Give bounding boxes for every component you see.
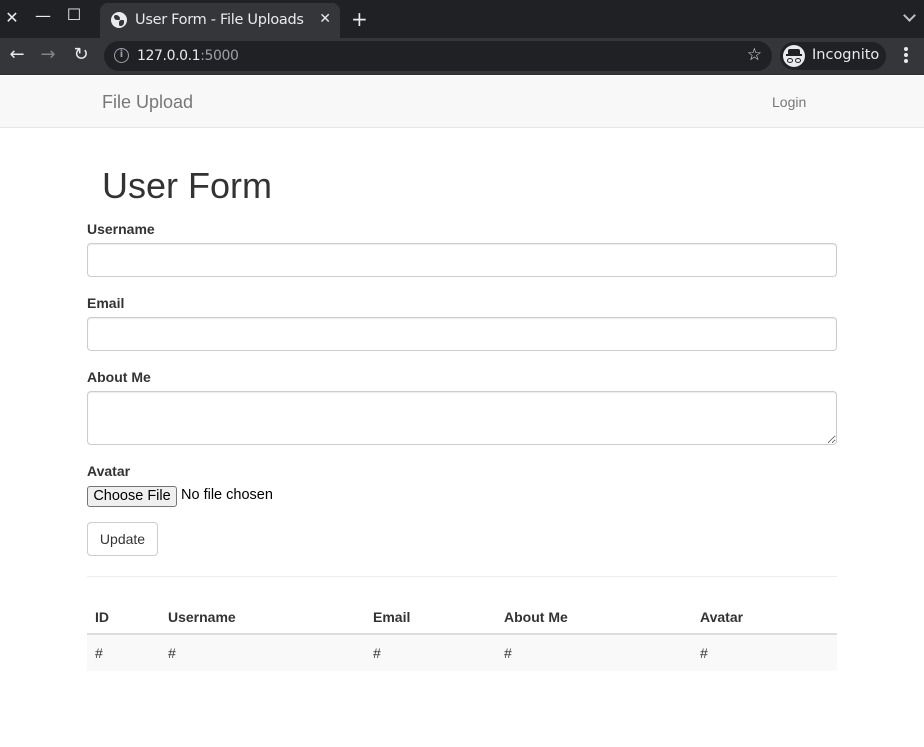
page-content: File Upload Login User Form Username Ema… [0, 76, 924, 747]
update-button[interactable]: Update [87, 522, 158, 556]
address-bar[interactable]: i 127.0.0.1:5000 ☆ [104, 41, 772, 71]
navbar-brand-link[interactable]: File Upload [102, 92, 193, 113]
browser-tab[interactable]: User Form - File Uploads ✕ [100, 3, 340, 38]
avatar-label: Avatar [87, 463, 131, 479]
window-minimize-button[interactable]: — [33, 6, 53, 26]
column-header-username: Username [160, 597, 365, 635]
forward-button[interactable]: → [37, 44, 59, 66]
back-button[interactable]: ← [6, 44, 28, 66]
about-me-label: About Me [87, 369, 151, 385]
kebab-menu-icon[interactable] [904, 47, 908, 65]
tab-close-icon[interactable]: ✕ [319, 11, 331, 27]
navbar: File Upload Login [0, 76, 924, 128]
column-header-about-me: About Me [496, 597, 692, 635]
login-link[interactable]: Login [772, 94, 806, 110]
email-label: Email [87, 295, 125, 311]
users-table: ID Username Email About Me Avatar # # # … [87, 597, 837, 671]
column-header-id: ID [87, 597, 160, 635]
window-maximize-button[interactable]: ☐ [64, 5, 84, 25]
username-label: Username [87, 221, 155, 237]
browser-toolbar: ← → ↻ i 127.0.0.1:5000 ☆ Incognito [0, 38, 924, 75]
column-header-avatar: Avatar [692, 597, 837, 635]
cell-email: # [365, 633, 496, 671]
about-me-textarea[interactable] [87, 391, 837, 445]
cell-avatar: # [692, 633, 837, 671]
file-status-text: No file chosen [181, 487, 273, 503]
choose-file-button[interactable]: Choose File [87, 486, 177, 507]
incognito-badge[interactable]: Incognito [780, 42, 886, 70]
username-input[interactable] [87, 243, 837, 277]
window-close-button[interactable]: ✕ [2, 8, 22, 28]
url-text[interactable]: 127.0.0.1:5000 [137, 48, 239, 64]
table-row: # # # # # [87, 633, 837, 671]
browser-tab-bar: ✕ — ☐ User Form - File Uploads ✕ + [0, 0, 924, 38]
url-host: 127.0.0.1 [137, 48, 201, 64]
table-header-row: ID Username Email About Me Avatar [87, 597, 837, 635]
cell-id: # [87, 633, 160, 671]
new-tab-button[interactable]: + [351, 7, 368, 31]
globe-icon [111, 12, 127, 28]
cell-username: # [160, 633, 365, 671]
column-header-email: Email [365, 597, 496, 635]
page-title: User Form [102, 165, 272, 206]
site-info-icon[interactable]: i [114, 48, 129, 63]
incognito-icon [783, 45, 805, 67]
tab-search-chevron-icon[interactable] [903, 9, 916, 22]
reload-button[interactable]: ↻ [70, 44, 92, 66]
incognito-label: Incognito [812, 47, 880, 63]
email-input[interactable] [87, 317, 837, 351]
cell-about-me: # [496, 633, 692, 671]
bookmark-star-icon[interactable]: ☆ [747, 45, 762, 65]
divider [87, 576, 837, 577]
tab-title: User Form - File Uploads [135, 12, 304, 28]
url-port: :5000 [200, 48, 239, 64]
